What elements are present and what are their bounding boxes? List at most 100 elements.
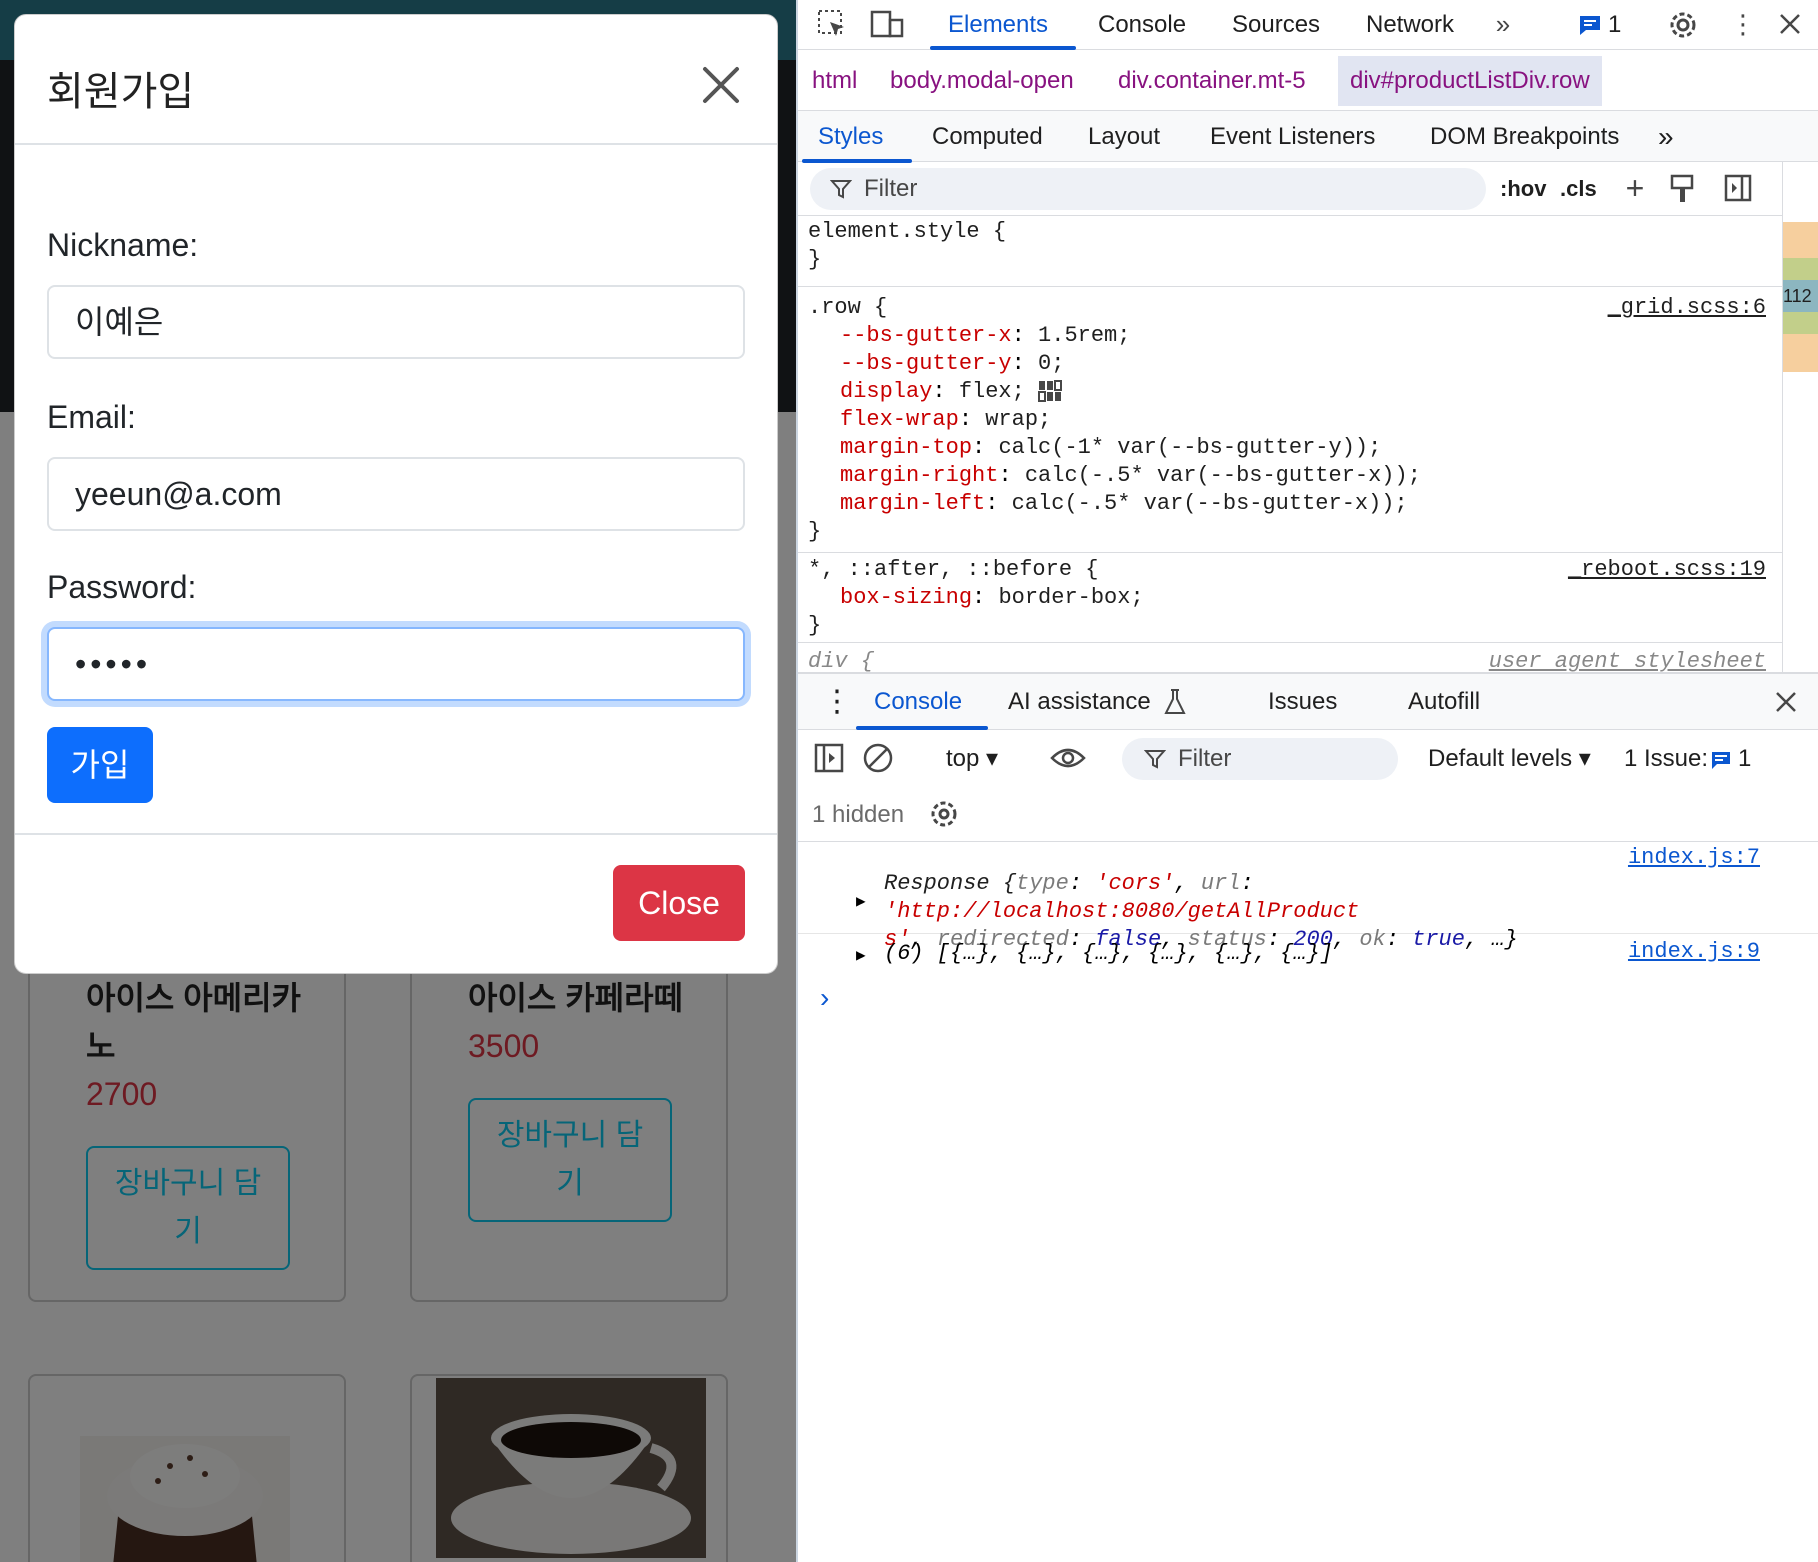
- rule-close: }: [808, 519, 822, 544]
- breadcrumb-container[interactable]: div.container.mt-5: [1118, 56, 1306, 106]
- filter-icon: [1144, 750, 1166, 769]
- rule-close: }: [808, 613, 822, 638]
- expand-triangle-icon[interactable]: ▶: [856, 888, 866, 916]
- inspect-element-icon[interactable]: [816, 8, 848, 40]
- row-properties: --bs-gutter-x: 1.5rem; --bs-gutter-y: 0;…: [808, 322, 1778, 518]
- ua-source: user agent stylesheet: [1488, 649, 1766, 672]
- breadcrumb-selected[interactable]: div#productListDiv.row: [1338, 56, 1602, 106]
- element-style-selector: element.style {: [808, 219, 1007, 244]
- universal-source-link[interactable]: _reboot.scss:19: [1568, 556, 1766, 584]
- more-subtabs-chevron-icon[interactable]: »: [1658, 111, 1674, 163]
- password-input[interactable]: •••••: [47, 627, 745, 701]
- tab-elements[interactable]: Elements: [948, 0, 1048, 50]
- device-toolbar-icon[interactable]: [870, 8, 904, 40]
- array-preview: (6) [{…}, {…}, {…}, {…}, {…}, {…}]: [884, 941, 1333, 966]
- more-tabs-chevron-icon[interactable]: »: [1488, 2, 1518, 46]
- paint-brush-icon[interactable]: [1670, 174, 1694, 204]
- drawer-tab-ai-assistance[interactable]: AI assistance: [1008, 674, 1151, 730]
- css-property[interactable]: --bs-gutter-y: 0;: [840, 350, 1778, 378]
- drawer-tab-console[interactable]: Console: [874, 674, 962, 730]
- css-property[interactable]: margin-top: calc(-1* var(--bs-gutter-y))…: [840, 434, 1778, 462]
- row-source-link[interactable]: _grid.scss:6: [1608, 294, 1766, 322]
- join-button[interactable]: 가입: [47, 727, 153, 803]
- console-log-array[interactable]: index.js:9 ▶ (6) [{…}, {…}, {…}, {…}, {……: [798, 934, 1818, 978]
- close-button[interactable]: Close: [613, 865, 745, 941]
- sidebar-toggle-icon[interactable]: [814, 742, 844, 774]
- close-drawer-icon[interactable]: [1774, 690, 1798, 714]
- issues-message-icon[interactable]: [1578, 14, 1602, 36]
- modal-header: 회원가입: [15, 15, 777, 145]
- console-log-response[interactable]: index.js:7 ▶ Response {type: 'cors', url…: [798, 842, 1818, 952]
- universal-rule: *, ::after, ::before { _reboot.scss:19 b…: [808, 556, 1778, 640]
- row-rule: .row { _grid.scss:6 --bs-gutter-x: 1.5re…: [808, 294, 1778, 546]
- tab-network[interactable]: Network: [1366, 0, 1454, 50]
- devtools-panel: Elements Console Sources Network » 1 ⋮ h…: [796, 0, 1818, 1562]
- drawer-tab-autofill[interactable]: Autofill: [1408, 674, 1480, 730]
- devtools-toolbar: Elements Console Sources Network » 1 ⋮: [798, 0, 1818, 50]
- hover-state-toggle[interactable]: :hov: [1500, 168, 1546, 210]
- levels-label: Default levels: [1428, 745, 1573, 772]
- issues-label[interactable]: 1 Issue:: [1624, 738, 1708, 780]
- tab-computed[interactable]: Computed: [932, 111, 1043, 163]
- email-input[interactable]: yeeun@a.com: [47, 457, 745, 531]
- clear-console-icon[interactable]: [862, 742, 894, 774]
- tab-styles[interactable]: Styles: [818, 111, 883, 163]
- nickname-label: Nickname:: [47, 227, 199, 263]
- more-options-icon[interactable]: ⋮: [1730, 2, 1756, 46]
- css-property[interactable]: --bs-gutter-x: 1.5rem;: [840, 322, 1778, 350]
- password-label: Password:: [47, 569, 197, 605]
- css-property[interactable]: margin-left: calc(-.5* var(--bs-gutter-x…: [840, 490, 1778, 518]
- add-rule-icon[interactable]: +: [1620, 166, 1650, 210]
- active-tab-indicator: [930, 46, 1076, 50]
- dom-breadcrumb: html body.modal-open div.container.mt-5 …: [798, 56, 1818, 110]
- expand-triangle-icon[interactable]: ▶: [856, 942, 866, 970]
- class-toggle[interactable]: .cls: [1560, 168, 1597, 210]
- breadcrumb-html[interactable]: html: [812, 56, 857, 106]
- styles-filter-input[interactable]: Filter: [810, 168, 1486, 210]
- css-property[interactable]: margin-right: calc(-.5* var(--bs-gutter-…: [840, 462, 1778, 490]
- css-rules-pane: element.style { } .row { _grid.scss:6 --…: [798, 216, 1782, 672]
- flexbox-editor-icon[interactable]: [1038, 380, 1063, 403]
- email-label: Email:: [47, 399, 136, 435]
- toggle-sidebar-icon[interactable]: [1724, 174, 1752, 202]
- filter-icon: [830, 180, 852, 199]
- content-box-value: 112: [1783, 280, 1818, 312]
- modal-footer-divider: [15, 833, 777, 835]
- modal-title: 회원가입: [47, 70, 195, 114]
- rule-divider: [798, 552, 1782, 553]
- hidden-messages-row: 1 hidden: [798, 788, 1818, 842]
- css-property[interactable]: flex-wrap: wrap;: [840, 406, 1778, 434]
- styles-filter-row: Filter :hov .cls +: [798, 162, 1782, 216]
- signup-modal: 회원가입 Nickname: 이예은 Email: yeeun@a.com Pa…: [14, 14, 778, 974]
- context-selector[interactable]: top ▾: [946, 738, 998, 780]
- drawer-menu-icon[interactable]: ⋮: [822, 674, 852, 730]
- rule-divider: [798, 642, 1782, 643]
- css-property[interactable]: display: flex;: [840, 378, 1778, 406]
- tab-dom-breakpoints[interactable]: DOM Breakpoints: [1430, 111, 1619, 163]
- hidden-count: 1 hidden: [812, 801, 905, 828]
- tab-console[interactable]: Console: [1098, 0, 1186, 50]
- console-prompt[interactable]: ›: [820, 982, 829, 1014]
- nickname-input[interactable]: 이예은: [47, 285, 745, 359]
- console-toolbar: top ▾ Filter Default levels ▾ 1 Issue: 1: [798, 730, 1818, 788]
- console-settings-gear-icon[interactable]: [928, 798, 960, 830]
- drawer-tab-issues[interactable]: Issues: [1268, 674, 1337, 730]
- eye-icon[interactable]: [1050, 744, 1086, 772]
- tab-sources[interactable]: Sources: [1232, 0, 1320, 50]
- settings-gear-icon[interactable]: [1666, 8, 1700, 42]
- breadcrumb-body[interactable]: body.modal-open: [890, 56, 1074, 106]
- log-source-link[interactable]: index.js:7: [1628, 844, 1760, 872]
- console-drawer-tabs: ⋮ Console AI assistance Issues Autofill: [798, 672, 1818, 730]
- close-devtools-icon[interactable]: [1778, 12, 1802, 36]
- issues-count[interactable]: 1: [1608, 0, 1621, 50]
- log-source-link[interactable]: index.js:9: [1628, 938, 1760, 966]
- log-levels-dropdown[interactable]: Default levels ▾: [1428, 738, 1591, 780]
- rule-divider: [798, 286, 1782, 287]
- css-property[interactable]: box-sizing: border-box;: [808, 584, 1778, 612]
- issues-message-icon[interactable]: [1710, 750, 1732, 770]
- tab-layout[interactable]: Layout: [1088, 111, 1160, 163]
- sidebar-strip: 112: [1782, 162, 1818, 672]
- close-icon[interactable]: [693, 57, 749, 113]
- tab-event-listeners[interactable]: Event Listeners: [1210, 111, 1375, 163]
- issues-count[interactable]: 1: [1738, 738, 1751, 780]
